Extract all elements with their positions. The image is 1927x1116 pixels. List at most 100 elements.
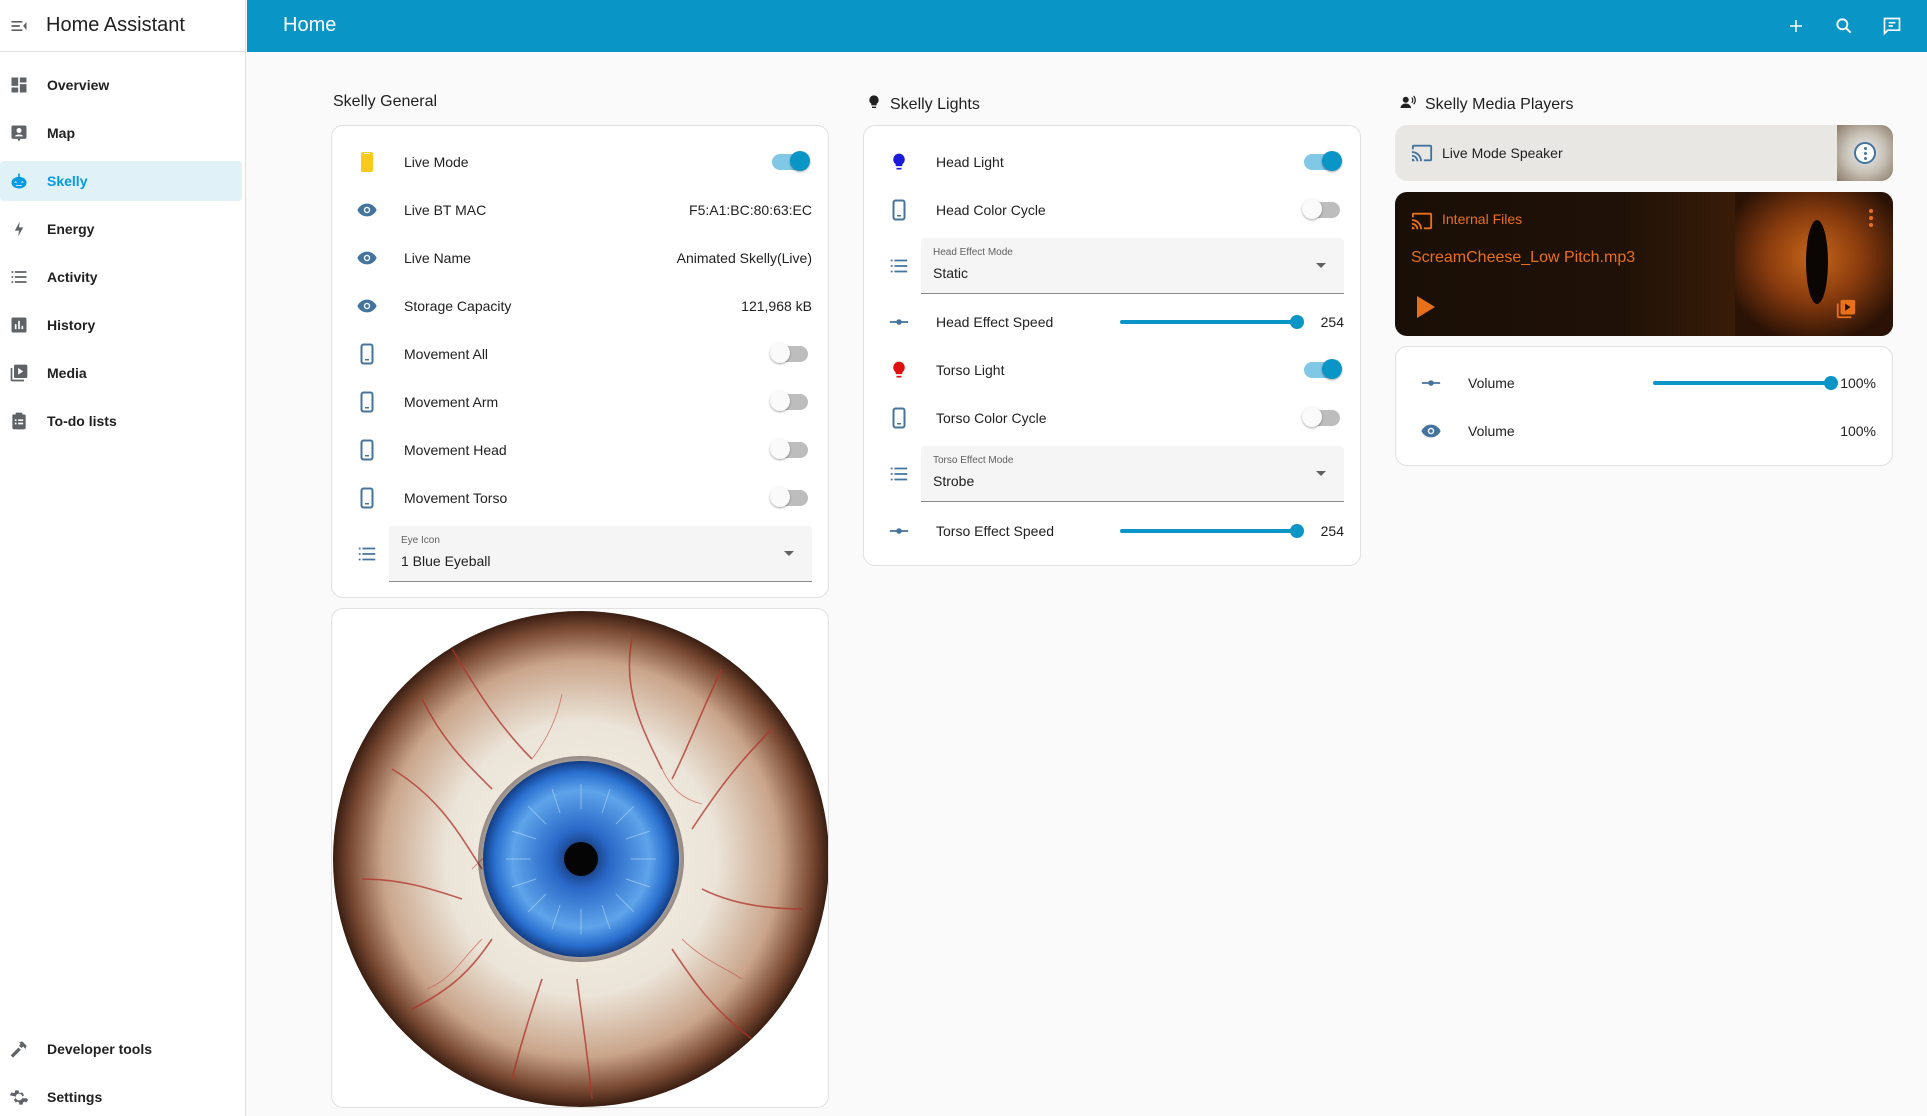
media-source: Internal Files (1442, 211, 1523, 227)
sidebar-item-skelly[interactable]: Skelly (0, 161, 242, 201)
lightbulb-icon (866, 93, 882, 116)
sidebar-item-developer-tools[interactable]: Developer tools (0, 1029, 242, 1069)
play-icon[interactable] (1417, 296, 1435, 318)
picture-card-eyeball (331, 608, 829, 1108)
row-live-name[interactable]: Live Name Animated Skelly(Live) (332, 234, 828, 282)
section-title-media: Skelly Media Players (1399, 93, 1574, 116)
row-head-light[interactable]: Head Light (864, 138, 1360, 186)
row-name: Live Name (404, 250, 471, 266)
cellphone-icon (354, 389, 380, 415)
row-torso-effect-mode: Torso Effect Mode Strobe (864, 446, 1360, 502)
section-title-text: Skelly Lights (890, 95, 980, 113)
slider-thumb[interactable] (1824, 376, 1838, 390)
row-head-effect-mode: Head Effect Mode Static (864, 238, 1360, 294)
eye-icon-select[interactable]: Eye Icon 1 Blue Eyeball (389, 526, 812, 582)
row-torso-light[interactable]: Torso Light (864, 346, 1360, 394)
hammer-icon (9, 1039, 29, 1059)
sidebar-item-media[interactable]: Media (0, 353, 242, 393)
ray-vertex-icon (1418, 370, 1444, 396)
cellphone-icon (886, 405, 912, 431)
pumpkin-icon (9, 171, 29, 191)
cellphone-icon (886, 197, 912, 223)
torso-effect-mode-select[interactable]: Torso Effect Mode Strobe (921, 446, 1344, 502)
row-name: Live Mode (404, 154, 469, 170)
movement-all-toggle[interactable] (770, 343, 808, 363)
sidebar-item-todo[interactable]: To-do lists (0, 401, 242, 441)
row-value: 100% (1840, 423, 1876, 439)
cellphone-icon (354, 437, 380, 463)
row-live-mode[interactable]: Live Mode (332, 138, 828, 186)
app-title: Home Assistant (46, 14, 185, 36)
eye-icon (354, 197, 380, 223)
row-movement-all[interactable]: Movement All (332, 330, 828, 378)
sidebar-item-settings[interactable]: Settings (0, 1077, 242, 1116)
sidebar-item-activity[interactable]: Activity (0, 257, 242, 297)
movement-head-toggle[interactable] (770, 439, 808, 459)
slider-thumb[interactable] (1290, 315, 1305, 329)
media-player-internal-files[interactable]: Internal Files ScreamCheese_Low Pitch.mp… (1395, 192, 1893, 336)
chevron-down-icon (1316, 471, 1326, 476)
sidebar-item-map[interactable]: Map (0, 113, 242, 153)
movement-arm-toggle[interactable] (770, 391, 808, 411)
media-player-live-mode-speaker[interactable]: Live Mode Speaker (1395, 125, 1893, 181)
sidebar-item-label: Energy (47, 221, 95, 237)
format-list-bulleted-icon (9, 267, 29, 287)
cog-icon (9, 1087, 29, 1107)
torso-light-toggle[interactable] (1304, 359, 1342, 379)
eye-icon (354, 293, 380, 319)
eye-icon (354, 245, 380, 271)
head-effect-mode-select[interactable]: Head Effect Mode Static (921, 238, 1344, 294)
sidebar-item-overview[interactable]: Overview (0, 65, 242, 105)
row-storage-capacity[interactable]: Storage Capacity 121,968 kB (332, 282, 828, 330)
format-list-bulleted-icon (886, 253, 912, 279)
sidebar-item-label: Developer tools (47, 1041, 153, 1057)
select-value: 1 Blue Eyeball (401, 553, 491, 569)
head-color-cycle-toggle[interactable] (1302, 199, 1340, 219)
sidebar: Home Assistant Overview Map Skelly Energ… (0, 0, 246, 1116)
volume-slider[interactable] (1653, 376, 1838, 390)
slider-thumb[interactable] (1290, 524, 1305, 538)
movement-torso-toggle[interactable] (770, 487, 808, 507)
row-torso-color-cycle[interactable]: Torso Color Cycle (864, 394, 1360, 442)
sidebar-item-history[interactable]: History (0, 305, 242, 345)
row-name: Head Color Cycle (936, 202, 1046, 218)
dots-vertical-icon[interactable] (1869, 209, 1873, 227)
eye-icon (1418, 418, 1444, 444)
row-movement-head[interactable]: Movement Head (332, 426, 828, 474)
row-live-bt-mac[interactable]: Live BT MAC F5:A1:BC:80:63:EC (332, 186, 828, 234)
menu-collapse-icon[interactable] (1, 0, 37, 52)
search-icon[interactable] (1831, 13, 1857, 39)
assist-chat-icon[interactable] (1879, 13, 1905, 39)
row-name: Torso Light (936, 362, 1005, 378)
torso-color-cycle-toggle[interactable] (1302, 407, 1340, 427)
clipboard-list-icon (9, 411, 29, 431)
row-name: Movement All (404, 346, 489, 362)
row-volume-sensor[interactable]: Volume 100% (1396, 407, 1892, 455)
row-name: Torso Effect Speed (936, 523, 1055, 539)
row-name: Head Light (936, 154, 1004, 170)
row-value: 100% (1840, 375, 1876, 391)
row-movement-torso[interactable]: Movement Torso (332, 474, 828, 522)
section-title-lights: Skelly Lights (866, 93, 980, 116)
sidebar-item-label: Activity (47, 269, 98, 285)
live-mode-toggle[interactable] (772, 151, 810, 171)
section-title-general: Skelly General (333, 93, 437, 111)
map-account-icon (9, 123, 29, 143)
sidebar-item-label: Overview (47, 77, 110, 93)
cellphone-icon (354, 485, 380, 511)
head-effect-speed-slider[interactable] (1120, 315, 1305, 329)
head-light-toggle[interactable] (1304, 151, 1342, 171)
plus-icon[interactable] (1783, 13, 1809, 39)
row-name: Volume (1468, 423, 1515, 439)
section-title-text: Skelly Media Players (1425, 95, 1574, 113)
row-value: 254 (1320, 314, 1344, 330)
row-movement-arm[interactable]: Movement Arm (332, 378, 828, 426)
play-box-multiple-icon[interactable] (1835, 298, 1857, 325)
torso-effect-speed-slider[interactable] (1120, 524, 1305, 538)
media-title: ScreamCheese_Low Pitch.mp3 (1411, 249, 1636, 266)
dots-vertical-icon[interactable] (1854, 142, 1876, 164)
row-head-color-cycle[interactable]: Head Color Cycle (864, 186, 1360, 234)
sidebar-item-label: Media (47, 365, 87, 381)
sidebar-item-energy[interactable]: Energy (0, 209, 242, 249)
lightbulb-blue-icon (886, 149, 912, 175)
